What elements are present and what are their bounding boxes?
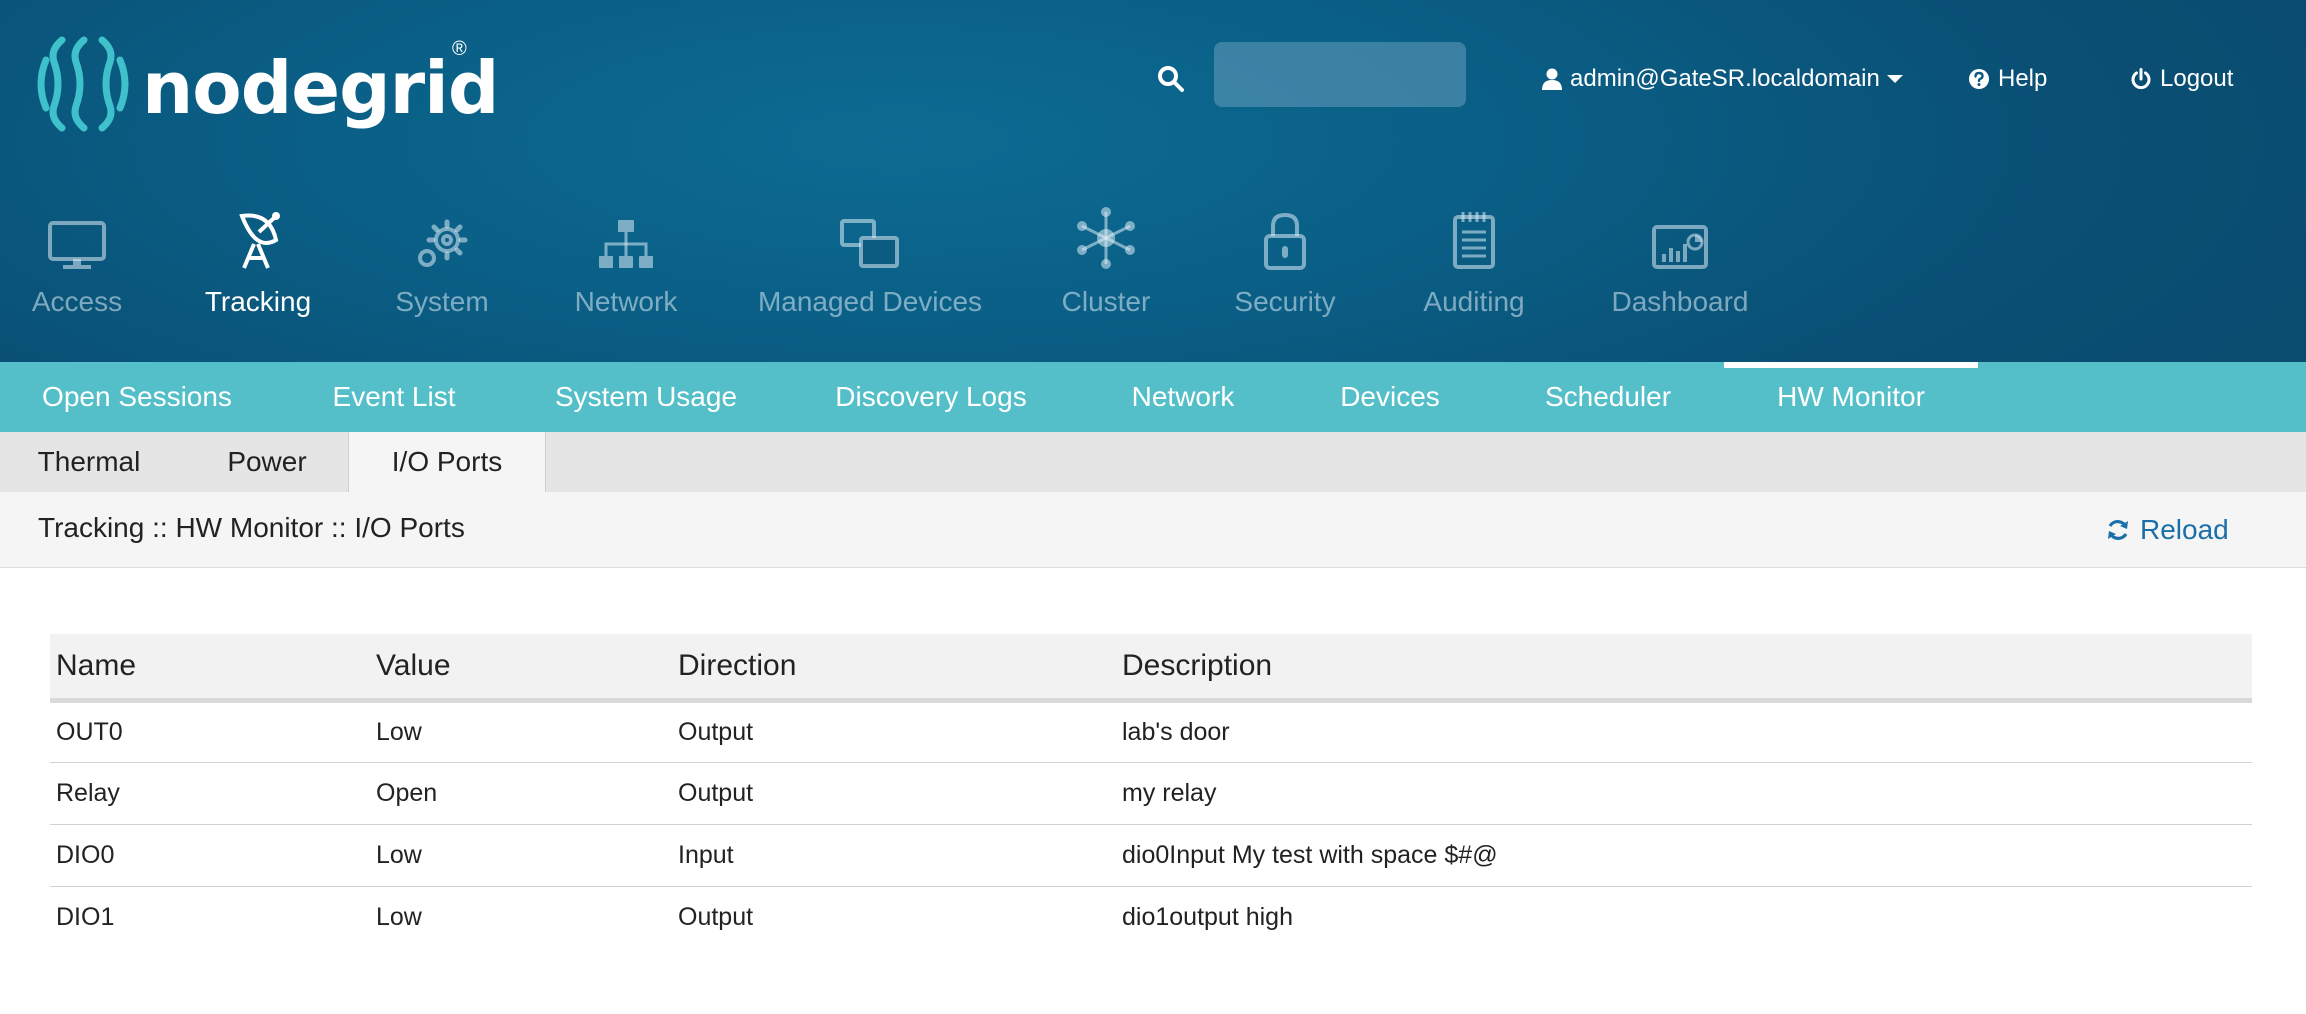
nav-access[interactable]: Access bbox=[30, 210, 124, 320]
cell-value: Low bbox=[370, 824, 672, 887]
nav-label: System bbox=[395, 286, 489, 317]
cell-description: my relay bbox=[1116, 762, 2252, 825]
subnav-scheduler[interactable]: Scheduler bbox=[1530, 362, 1686, 432]
table-row[interactable]: OUT0 Low Output lab's door bbox=[50, 700, 2252, 763]
breadcrumb: Tracking :: HW Monitor :: I/O Ports bbox=[38, 512, 465, 543]
subnav-discovery-logs[interactable]: Discovery Logs bbox=[822, 362, 1040, 432]
cell-description: lab's door bbox=[1116, 700, 2252, 763]
question-circle-icon bbox=[1969, 69, 1989, 89]
satellite-dish-icon bbox=[239, 212, 280, 269]
search-icon[interactable] bbox=[1156, 64, 1186, 94]
nav-label: Access bbox=[31, 286, 123, 317]
tab-io-ports[interactable]: I/O Ports bbox=[348, 432, 546, 492]
cell-name: Relay bbox=[50, 762, 370, 825]
io-ports-table: Name Value Direction Description OUT0 Lo… bbox=[50, 634, 2252, 948]
subnav-event-list[interactable]: Event List bbox=[318, 362, 470, 432]
power-icon bbox=[2131, 68, 2151, 90]
nodegrid-logo[interactable]: nodegrid ® bbox=[32, 30, 499, 140]
reload-button[interactable]: Reload bbox=[2106, 510, 2229, 550]
user-menu[interactable]: admin@GateSR.localdomain bbox=[1542, 62, 1904, 96]
column-header-value[interactable]: Value bbox=[370, 634, 672, 703]
tab-power[interactable]: Power bbox=[178, 432, 356, 492]
logout-label: Logout bbox=[2160, 65, 2234, 92]
caret-down-icon bbox=[1886, 75, 1903, 83]
nav-label: Security bbox=[1234, 286, 1336, 317]
cell-description: dio0Input My test with space $#@ bbox=[1116, 824, 2252, 887]
cell-name: DIO1 bbox=[56, 902, 115, 931]
refresh-icon bbox=[2108, 520, 2128, 540]
nav-label: Managed Devices bbox=[757, 286, 983, 317]
cell-name: DIO0 bbox=[50, 824, 370, 887]
devices-icon bbox=[840, 219, 899, 268]
subnav-label: Network bbox=[1131, 381, 1235, 412]
column-header-direction[interactable]: Direction bbox=[672, 634, 1116, 703]
cluster-icon bbox=[1077, 207, 1135, 269]
nav-cluster[interactable]: Cluster bbox=[1058, 207, 1154, 320]
table-row[interactable]: DIO1 Low Output dio1output high bbox=[50, 886, 2252, 948]
tab-label: I/O Ports bbox=[391, 446, 503, 477]
table-row[interactable]: DIO0 Low Input dio0Input My test with sp… bbox=[50, 824, 2252, 887]
table-header-row: Name Value Direction Description bbox=[50, 634, 2252, 703]
cell-value: Open bbox=[370, 762, 672, 825]
nav-network[interactable]: Network bbox=[572, 210, 680, 320]
subnav-hw-monitor[interactable]: HW Monitor bbox=[1724, 362, 1978, 432]
cell-direction: Output bbox=[672, 762, 1116, 825]
app-header: nodegrid ® admin@GateSR.localdomain Help… bbox=[0, 0, 2306, 362]
subnav-open-sessions[interactable]: Open Sessions bbox=[28, 362, 246, 432]
help-label: Help bbox=[1998, 65, 2048, 92]
cell-description: dio1output high bbox=[1122, 902, 1293, 931]
subnav-label: System Usage bbox=[554, 381, 738, 412]
nav-label: Cluster bbox=[1061, 286, 1151, 317]
subnav-devices[interactable]: Devices bbox=[1330, 362, 1450, 432]
breadcrumb-bar: Tracking :: HW Monitor :: I/O Ports Relo… bbox=[0, 492, 2306, 568]
notepad-icon bbox=[1453, 212, 1495, 269]
cell-value: Low bbox=[376, 902, 422, 931]
nav-label: Network bbox=[574, 286, 678, 317]
nav-tracking[interactable]: Tracking bbox=[200, 210, 316, 320]
nav-security[interactable]: Security bbox=[1234, 210, 1336, 320]
subnav-label: Event List bbox=[332, 381, 456, 412]
tab-label: Power bbox=[227, 446, 307, 477]
subnav-label: HW Monitor bbox=[1777, 381, 1925, 412]
nav-dashboard[interactable]: Dashboard bbox=[1611, 210, 1749, 320]
registered-mark: ® bbox=[452, 38, 467, 60]
nav-system[interactable]: System bbox=[390, 210, 494, 320]
nav-managed-devices[interactable]: Managed Devices bbox=[758, 210, 982, 320]
user-icon bbox=[1542, 68, 1562, 90]
nav-label: Auditing bbox=[1423, 286, 1525, 317]
cell-value: Low bbox=[370, 700, 672, 763]
search-input[interactable] bbox=[1214, 42, 1466, 107]
logo-mark-icon bbox=[37, 36, 129, 132]
subnav-label: Devices bbox=[1340, 381, 1440, 412]
reload-label: Reload bbox=[2140, 514, 2229, 545]
subnav-system-usage[interactable]: System Usage bbox=[548, 362, 744, 432]
logo-wordmark: nodegrid bbox=[142, 46, 499, 130]
subnav-label: Discovery Logs bbox=[835, 381, 1027, 412]
nav-auditing[interactable]: Auditing bbox=[1420, 210, 1528, 320]
gear-icon bbox=[418, 219, 468, 267]
subnav-label: Open Sessions bbox=[42, 381, 232, 412]
dashboard-icon bbox=[1652, 225, 1708, 269]
user-label: admin@GateSR.localdomain bbox=[1570, 65, 1880, 92]
tab-thermal[interactable]: Thermal bbox=[0, 432, 178, 492]
nav-label: Tracking bbox=[204, 286, 312, 317]
network-tree-icon bbox=[599, 220, 653, 268]
logout-link[interactable]: Logout bbox=[2130, 62, 2233, 96]
monitor-icon bbox=[48, 221, 106, 269]
lock-icon bbox=[1264, 212, 1306, 270]
cell-direction: Input bbox=[672, 824, 1116, 887]
sub-nav: Open Sessions Event List System Usage Di… bbox=[0, 362, 2306, 432]
cell-direction: Output bbox=[678, 902, 754, 931]
help-link[interactable]: Help bbox=[1968, 62, 2047, 96]
subnav-network[interactable]: Network bbox=[1114, 362, 1252, 432]
cell-name: OUT0 bbox=[50, 700, 370, 763]
column-header-description[interactable]: Description bbox=[1116, 634, 2252, 703]
tab-bar: Thermal Power I/O Ports bbox=[0, 432, 2306, 492]
nav-label: Dashboard bbox=[1611, 286, 1749, 317]
tab-label: Thermal bbox=[37, 446, 141, 477]
subnav-label: Scheduler bbox=[1544, 381, 1672, 412]
column-header-name[interactable]: Name bbox=[50, 634, 370, 703]
table-row[interactable]: Relay Open Output my relay bbox=[50, 762, 2252, 825]
cell-direction: Output bbox=[672, 700, 1116, 763]
